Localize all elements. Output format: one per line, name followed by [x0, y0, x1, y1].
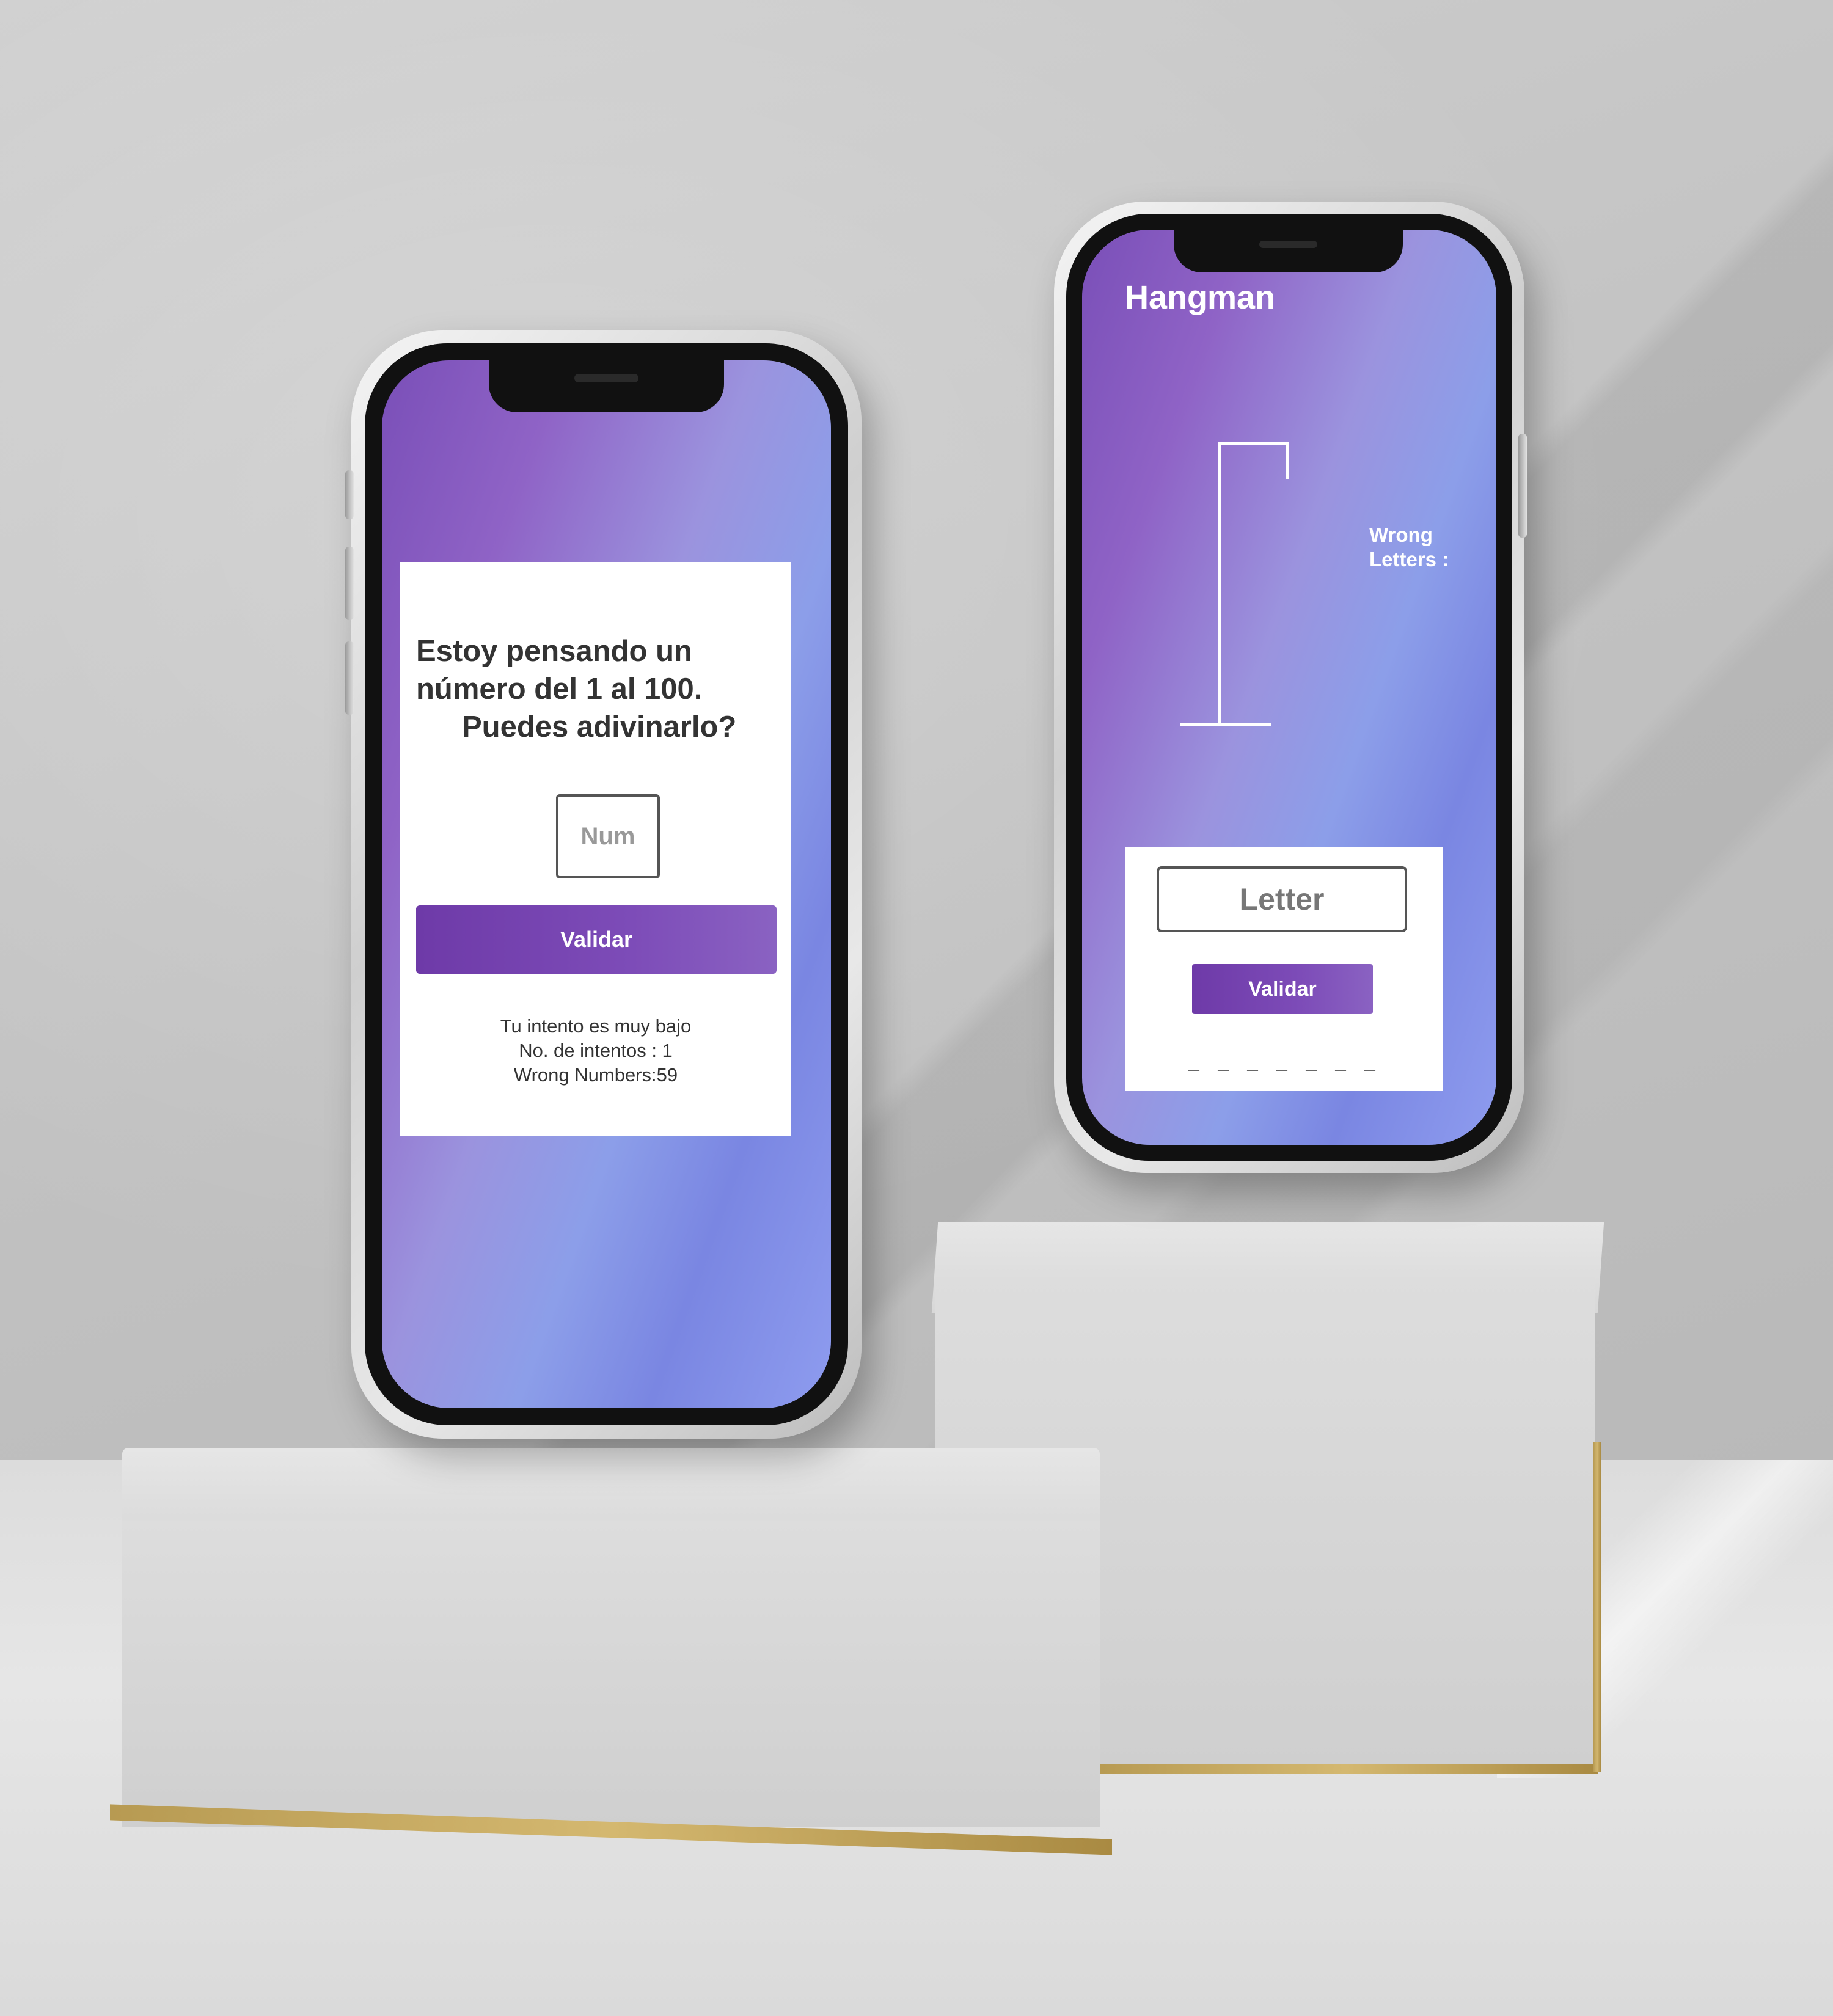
prompt-line-2: número del 1 al 100. — [416, 673, 703, 706]
letter-input[interactable] — [1157, 866, 1407, 932]
hangman-screen: Hangman Wrong Letters : Validar _ _ _ _ … — [1082, 230, 1496, 1145]
attempts-count: No. de intentos : 1 — [519, 1040, 673, 1061]
notch — [489, 360, 724, 412]
feedback-panel: Tu intento es muy bajo No. de intentos :… — [400, 1014, 791, 1087]
speaker — [1259, 241, 1317, 248]
wrong-letters-line-1: Wrong — [1369, 524, 1433, 546]
word-blanks: _ _ _ _ _ _ _ — [1188, 1054, 1380, 1075]
wrong-letters-label: Wrong Letters : — [1369, 523, 1449, 572]
validate-letter-button[interactable]: Validar — [1192, 964, 1373, 1014]
phone-hangman: Hangman Wrong Letters : Validar _ _ _ _ … — [1054, 202, 1527, 1173]
speaker — [574, 374, 638, 382]
number-game-card: Estoy pensando un número del 1 al 100. P… — [400, 562, 791, 1136]
number-game-screen: Estoy pensando un número del 1 al 100. P… — [382, 360, 831, 1408]
game-prompt: Estoy pensando un número del 1 al 100. P… — [416, 632, 783, 746]
notch — [1174, 230, 1403, 272]
prompt-line-3: Puedes adivinarlo? — [462, 710, 737, 743]
mute-switch — [345, 470, 354, 519]
app-title: Hangman — [1125, 279, 1276, 316]
prompt-line-1: Estoy pensando un — [416, 635, 692, 668]
number-input[interactable] — [556, 794, 660, 878]
wrong-numbers: Wrong Numbers:59 — [513, 1064, 678, 1086]
power-button — [1518, 434, 1527, 538]
feedback-hint: Tu intento es muy bajo — [500, 1015, 692, 1037]
volume-down-button — [345, 641, 354, 715]
left-pedestal — [110, 1448, 1112, 1912]
wrong-letters-line-2: Letters : — [1369, 548, 1449, 571]
hangman-input-card: Validar _ _ _ _ _ _ _ — [1125, 847, 1443, 1091]
phone-number-game: Estoy pensando un número del 1 al 100. P… — [345, 330, 862, 1439]
gallows-drawing — [1180, 442, 1289, 726]
volume-up-button — [345, 547, 354, 620]
validate-number-button[interactable]: Validar — [416, 905, 777, 974]
